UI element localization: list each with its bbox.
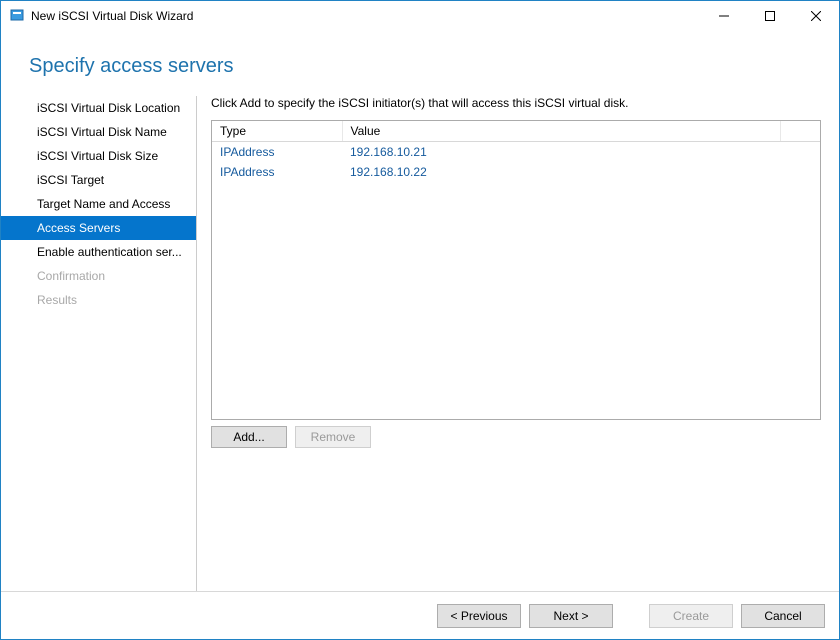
header: Specify access servers	[1, 31, 839, 96]
initiators-grid[interactable]: Type Value IPAddress192.168.10.21IPAddre…	[211, 120, 821, 420]
body: iSCSI Virtual Disk LocationiSCSI Virtual…	[1, 96, 839, 591]
sidebar: iSCSI Virtual Disk LocationiSCSI Virtual…	[1, 96, 197, 591]
close-button[interactable]	[793, 1, 839, 31]
minimize-button[interactable]	[701, 1, 747, 31]
footer: < Previous Next > Create Cancel	[1, 591, 839, 639]
remove-button[interactable]: Remove	[295, 426, 371, 448]
cell-value: 192.168.10.22	[342, 162, 780, 182]
cell-value: 192.168.10.21	[342, 142, 780, 163]
cell-type: IPAddress	[212, 162, 342, 182]
next-button[interactable]: Next >	[529, 604, 613, 628]
sidebar-item-2[interactable]: iSCSI Virtual Disk Size	[1, 144, 196, 168]
table-row[interactable]: IPAddress192.168.10.22	[212, 162, 820, 182]
window-title: New iSCSI Virtual Disk Wizard	[31, 9, 193, 23]
grid-buttons: Add... Remove	[211, 426, 821, 448]
sidebar-item-5[interactable]: Access Servers	[1, 216, 196, 240]
column-header-type[interactable]: Type	[212, 121, 342, 142]
sidebar-item-8: Results	[1, 288, 196, 312]
maximize-button[interactable]	[747, 1, 793, 31]
previous-button[interactable]: < Previous	[437, 604, 521, 628]
instruction-text: Click Add to specify the iSCSI initiator…	[211, 96, 821, 120]
sidebar-item-6[interactable]: Enable authentication ser...	[1, 240, 196, 264]
wizard-window: New iSCSI Virtual Disk Wizard Specify ac…	[0, 0, 840, 640]
create-button[interactable]: Create	[649, 604, 733, 628]
sidebar-item-4[interactable]: Target Name and Access	[1, 192, 196, 216]
column-header-spacer	[780, 121, 820, 142]
titlebar: New iSCSI Virtual Disk Wizard	[1, 1, 839, 31]
column-header-value[interactable]: Value	[342, 121, 780, 142]
sidebar-item-1[interactable]: iSCSI Virtual Disk Name	[1, 120, 196, 144]
page-title: Specify access servers	[29, 55, 811, 78]
sidebar-item-7: Confirmation	[1, 264, 196, 288]
add-button[interactable]: Add...	[211, 426, 287, 448]
cancel-button[interactable]: Cancel	[741, 604, 825, 628]
sidebar-item-0[interactable]: iSCSI Virtual Disk Location	[1, 96, 196, 120]
main-panel: Click Add to specify the iSCSI initiator…	[197, 96, 839, 591]
sidebar-item-3[interactable]: iSCSI Target	[1, 168, 196, 192]
table-row[interactable]: IPAddress192.168.10.21	[212, 142, 820, 163]
cell-type: IPAddress	[212, 142, 342, 163]
app-icon	[9, 8, 25, 24]
